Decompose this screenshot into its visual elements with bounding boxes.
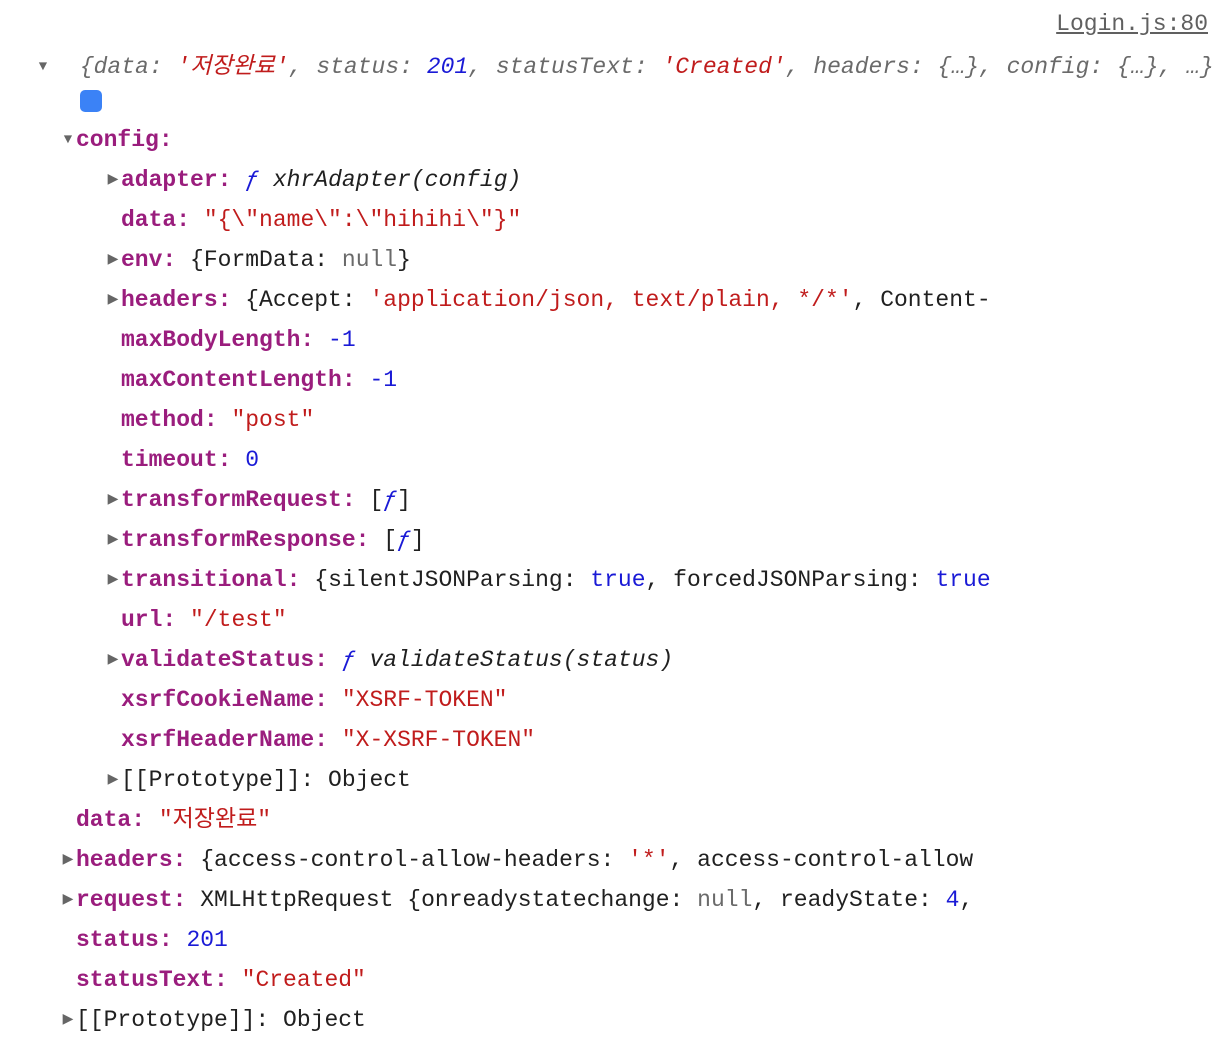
property-adapter[interactable]: adapter: ƒ xhrAdapter(config) (0, 160, 1228, 200)
chevron-right-icon[interactable] (105, 760, 121, 800)
object-summary[interactable]: {data: '저장완료', status: 201, statusText: … (0, 44, 1228, 120)
property-transformresponse[interactable]: transformResponse: [ƒ] (0, 520, 1228, 560)
chevron-right-icon[interactable] (105, 480, 121, 520)
property-maxcontentlength[interactable]: maxContentLength: -1 (0, 360, 1228, 400)
chevron-right-icon[interactable] (105, 280, 121, 320)
chevron-right-icon[interactable] (105, 520, 121, 560)
source-link[interactable]: Login.js:80 (0, 4, 1228, 44)
property-data[interactable]: data: "저장완료" (0, 800, 1228, 840)
info-icon[interactable]: i (80, 90, 102, 112)
property-config-prototype[interactable]: [[Prototype]]: Object (0, 760, 1228, 800)
chevron-right-icon[interactable] (60, 1000, 76, 1040)
chevron-down-icon[interactable] (50, 50, 66, 84)
property-config-data[interactable]: data: "{\"name\":\"hihihi\"}" (0, 200, 1228, 240)
property-transformrequest[interactable]: transformRequest: [ƒ] (0, 480, 1228, 520)
property-request[interactable]: request: XMLHttpRequest {onreadystatecha… (0, 880, 1228, 920)
property-statustext[interactable]: statusText: "Created" (0, 960, 1228, 1000)
chevron-right-icon[interactable] (105, 240, 121, 280)
property-xsrfheadername[interactable]: xsrfHeaderName: "X-XSRF-TOKEN" (0, 720, 1228, 760)
property-xsrfcookiename[interactable]: xsrfCookieName: "XSRF-TOKEN" (0, 680, 1228, 720)
property-url[interactable]: url: "/test" (0, 600, 1228, 640)
property-config[interactable]: config: (0, 120, 1228, 160)
chevron-right-icon[interactable] (105, 640, 121, 680)
chevron-right-icon[interactable] (60, 840, 76, 880)
property-config-headers[interactable]: headers: {Accept: 'application/json, tex… (0, 280, 1228, 320)
property-status[interactable]: status: 201 (0, 920, 1228, 960)
property-prototype[interactable]: [[Prototype]]: Object (0, 1000, 1228, 1040)
property-timeout[interactable]: timeout: 0 (0, 440, 1228, 480)
property-method[interactable]: method: "post" (0, 400, 1228, 440)
chevron-down-icon[interactable] (60, 120, 76, 160)
property-maxbodylength[interactable]: maxBodyLength: -1 (0, 320, 1228, 360)
chevron-right-icon[interactable] (60, 880, 76, 920)
property-transitional[interactable]: transitional: {silentJSONParsing: true, … (0, 560, 1228, 600)
property-validatestatus[interactable]: validateStatus: ƒ validateStatus(status) (0, 640, 1228, 680)
property-env[interactable]: env: {FormData: null} (0, 240, 1228, 280)
chevron-right-icon[interactable] (105, 560, 121, 600)
chevron-right-icon[interactable] (105, 160, 121, 200)
property-headers[interactable]: headers: {access-control-allow-headers: … (0, 840, 1228, 880)
